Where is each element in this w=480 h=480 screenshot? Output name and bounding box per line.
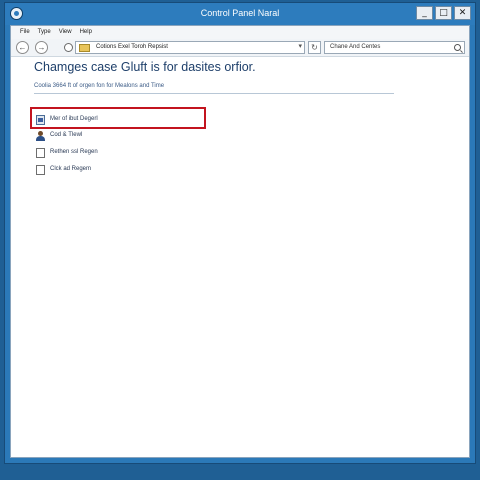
option-label: Cod & Tlewl <box>50 132 83 138</box>
menu-view[interactable]: View <box>56 26 77 39</box>
search-icon[interactable] <box>454 44 461 51</box>
maximize-button[interactable]: □ <box>435 6 452 20</box>
menu-help[interactable]: Help <box>77 26 97 39</box>
navigation-bar: ← → Cotions Exel Toroh Repsist ▾ ↻ Chane… <box>11 39 469 57</box>
option-item-2[interactable]: Cod & Tlewl <box>34 130 204 142</box>
window-frame: Control Panel Naral _ □ ✕ File Type View… <box>4 2 476 464</box>
address-dropdown-icon[interactable]: ▾ <box>298 42 302 50</box>
refresh-button[interactable]: ↻ <box>308 41 321 54</box>
option-item-4[interactable]: Clck ad Regem <box>34 164 204 176</box>
window-controls: _ □ ✕ <box>416 6 471 20</box>
page-title: Chamges case Gluft is for dasites orfior… <box>34 60 256 74</box>
checkbox-icon[interactable] <box>36 165 45 175</box>
user-icon <box>36 131 45 141</box>
title-bar[interactable]: Control Panel Naral _ □ ✕ <box>5 3 475 25</box>
menu-file[interactable]: File <box>17 26 35 39</box>
folder-icon <box>79 44 90 52</box>
forward-button[interactable]: → <box>35 41 48 54</box>
window-client: File Type View Help ← → Cotions Exel Tor… <box>10 25 470 458</box>
address-bar[interactable]: Cotions Exel Toroh Repsist ▾ <box>75 41 305 54</box>
back-button[interactable]: ← <box>16 41 29 54</box>
page-subtitle: Coolia 3664 ft of orgen fon for Mealons … <box>34 83 165 89</box>
window-title: Control Panel Naral <box>200 8 280 18</box>
address-text: Cotions Exel Toroh Repsist <box>96 44 168 50</box>
option-label: Rethen ssl Regen <box>50 149 98 155</box>
recent-locations-icon[interactable] <box>64 43 73 52</box>
menu-type[interactable]: Type <box>35 26 56 39</box>
close-button[interactable]: ✕ <box>454 6 471 20</box>
option-item-3[interactable]: Rethen ssl Regen <box>34 147 204 159</box>
selection-highlight <box>30 107 206 129</box>
minimize-button[interactable]: _ <box>416 6 433 20</box>
divider <box>34 93 394 94</box>
menu-bar: File Type View Help <box>11 26 469 39</box>
option-label: Clck ad Regem <box>50 166 92 172</box>
checkbox-icon[interactable] <box>36 148 45 158</box>
search-input[interactable]: Chane And Centes <box>324 41 465 54</box>
search-text: Chane And Centes <box>330 44 381 50</box>
